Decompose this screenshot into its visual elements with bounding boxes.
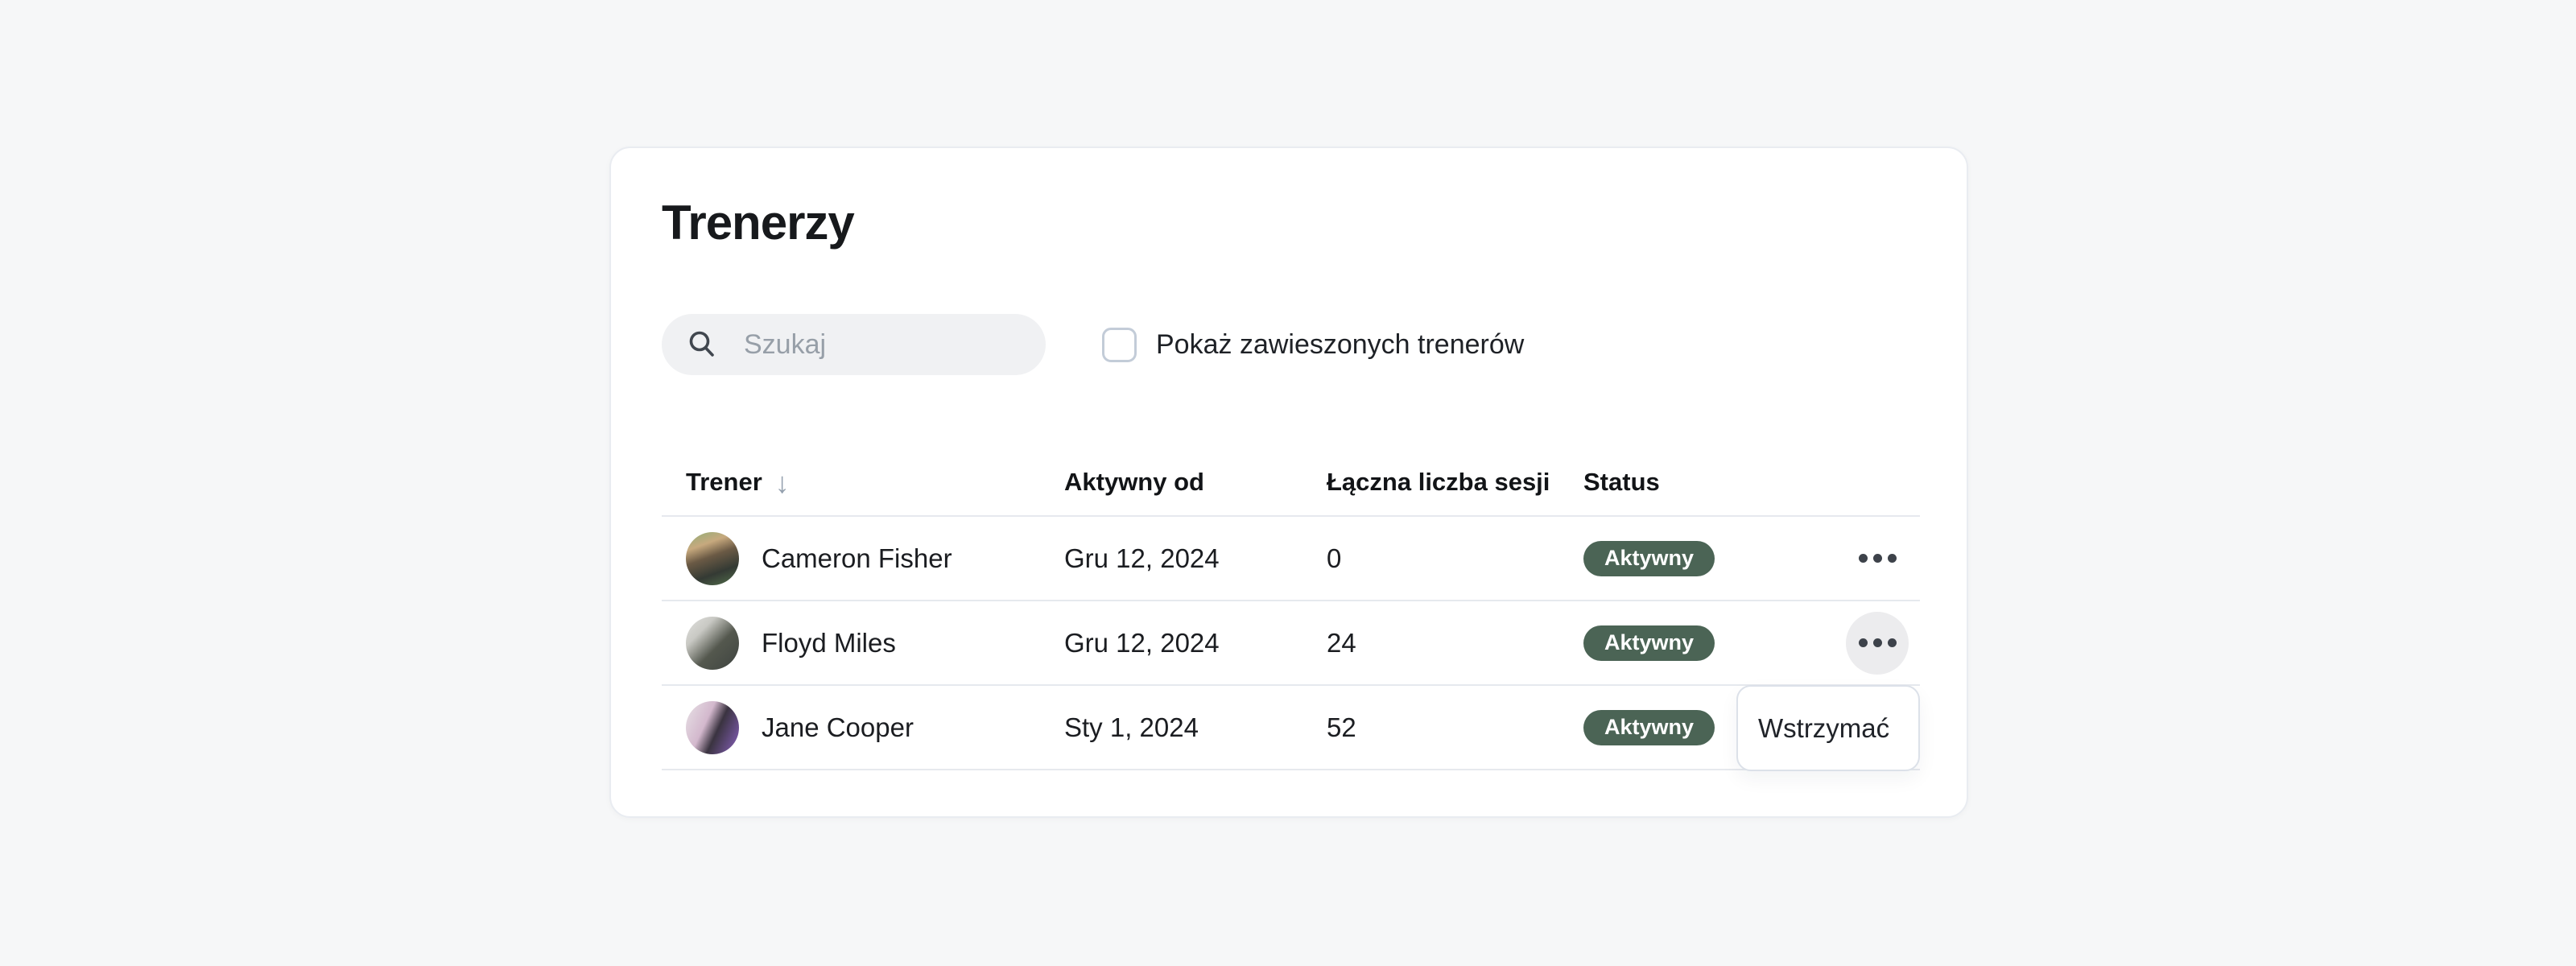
search-input[interactable]	[744, 329, 1018, 361]
session-count: 52	[1327, 712, 1583, 743]
row-actions-ellipsis-icon[interactable]	[1859, 554, 1897, 563]
avatar	[686, 617, 739, 670]
status-badge: Aktywny	[1583, 541, 1715, 576]
row-actions-dropdown: Wstrzymać	[1736, 685, 1920, 771]
table-header-row: Trener ↓ Aktywny od Łączna liczba sesji …	[662, 449, 1920, 517]
session-count: 0	[1327, 543, 1583, 574]
trainers-card: Trenerzy Pokaż zawieszonych trenerów Tre…	[609, 147, 1968, 818]
session-count: 24	[1327, 628, 1583, 658]
trainers-table: Trener ↓ Aktywny od Łączna liczba sesji …	[662, 449, 1920, 770]
column-header-aktywny-od: Aktywny od	[1064, 468, 1327, 497]
status-badge: Aktywny	[1583, 625, 1715, 661]
row-actions-ellipsis-icon-active[interactable]	[1846, 612, 1909, 675]
active-from: Gru 12, 2024	[1064, 628, 1327, 658]
trainer-name: Floyd Miles	[762, 628, 896, 658]
page-title: Trenerzy	[662, 195, 854, 250]
table-row: Jane Cooper Sty 1, 2024 52 Aktywny	[662, 686, 1920, 770]
controls-row: Pokaż zawieszonych trenerów	[662, 314, 1524, 375]
table-row: Cameron Fisher Gru 12, 2024 0 Aktywny	[662, 517, 1920, 601]
avatar	[686, 701, 739, 754]
status-badge: Aktywny	[1583, 710, 1715, 745]
column-header-trener[interactable]: Trener ↓	[662, 465, 1064, 499]
show-suspended-checkbox[interactable]	[1102, 328, 1137, 362]
trainer-name: Jane Cooper	[762, 712, 914, 743]
search-icon	[686, 328, 718, 361]
table-row: Floyd Miles Gru 12, 2024 24 Aktywny	[662, 601, 1920, 686]
show-suspended-label[interactable]: Pokaż zawieszonych trenerów	[1156, 329, 1524, 361]
trainer-name: Cameron Fisher	[762, 543, 952, 574]
sort-arrow-down-icon: ↓	[775, 466, 790, 500]
active-from: Sty 1, 2024	[1064, 712, 1327, 743]
suspended-filter: Pokaż zawieszonych trenerów	[1102, 328, 1524, 362]
column-header-sesje: Łączna liczba sesji	[1327, 468, 1583, 497]
menu-item-wstrzymac[interactable]: Wstrzymać	[1738, 713, 1918, 744]
avatar	[686, 532, 739, 585]
active-from: Gru 12, 2024	[1064, 543, 1327, 574]
column-header-status: Status	[1583, 468, 1835, 497]
search-box[interactable]	[662, 314, 1046, 375]
